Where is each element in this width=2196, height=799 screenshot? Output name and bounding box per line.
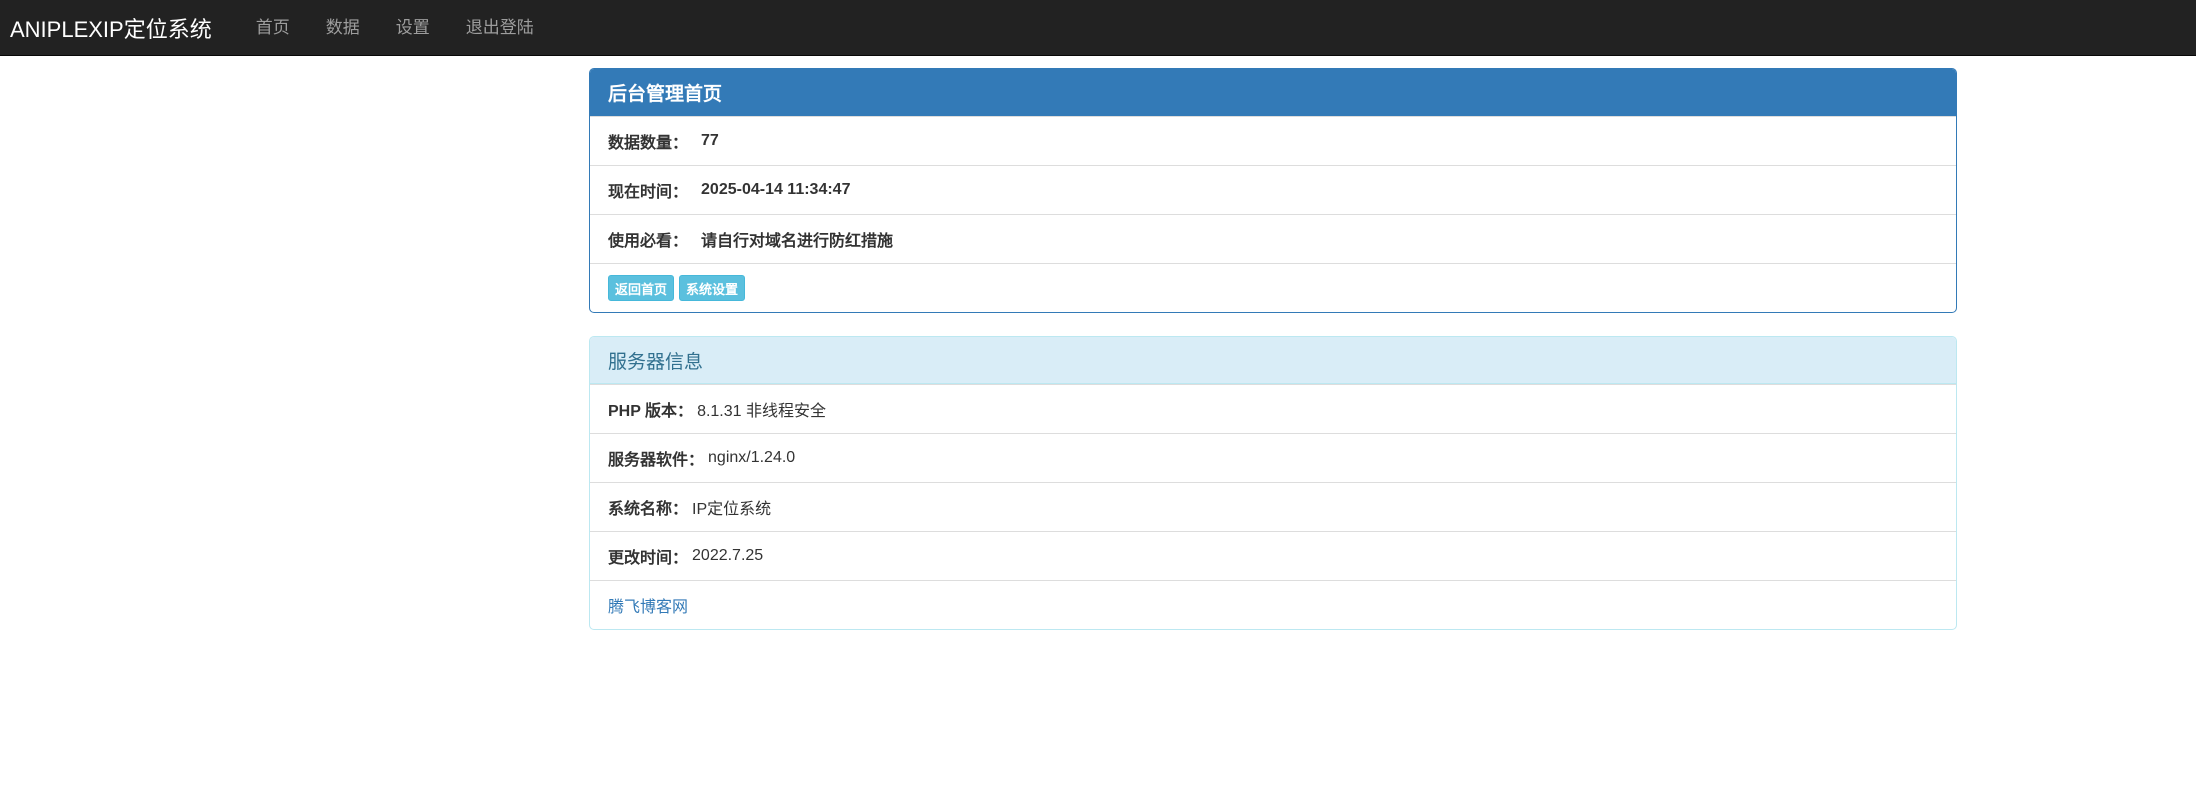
admin-panel: 后台管理首页 数据数量： 77 现在时间： 2025-04-14 11:34:4… [589, 68, 1957, 313]
nav-item-settings[interactable]: 设置 [378, 0, 448, 56]
action-buttons-row: 返回首页 系统设置 [590, 263, 1956, 312]
data-count-label: 数据数量： [608, 135, 689, 152]
usage-notice-value: 请自行对域名进行防红措施 [701, 233, 894, 250]
nav-item-data[interactable]: 数据 [308, 0, 378, 56]
current-time-value: 2025-04-14 11:34:47 [701, 181, 851, 198]
system-settings-button[interactable]: 系统设置 [679, 275, 746, 301]
nav-item-home[interactable]: 首页 [238, 0, 308, 56]
php-version-row: PHP 版本： 8.1.31 非线程安全 [590, 384, 1956, 433]
server-software-row: 服务器软件： nginx/1.24.0 [590, 433, 1956, 482]
blog-link[interactable]: 腾飞博客网 [608, 593, 688, 617]
top-navbar: ANIPLEXIP定位系统 首页 数据 设置 退出登陆 [0, 0, 2196, 56]
data-count-row: 数据数量： 77 [590, 116, 1956, 165]
blog-link-row: 腾飞博客网 [590, 580, 1956, 629]
modified-time-row: 更改时间： 2022.7.25 [590, 531, 1956, 580]
current-time-label: 现在时间： [608, 184, 689, 201]
system-name-value: IP定位系统 [692, 501, 772, 518]
modified-time-value: 2022.7.25 [692, 547, 764, 564]
modified-time-label: 更改时间： [608, 550, 689, 567]
data-count-value: 77 [701, 132, 719, 149]
current-time-row: 现在时间： 2025-04-14 11:34:47 [590, 165, 1956, 214]
back-home-button[interactable]: 返回首页 [608, 275, 675, 301]
php-version-value: 8.1.31 非线程安全 [697, 403, 826, 420]
server-info-title: 服务器信息 [590, 337, 1956, 384]
nav-item-logout[interactable]: 退出登陆 [448, 0, 552, 56]
server-software-label: 服务器软件： [608, 452, 705, 469]
brand-title[interactable]: ANIPLEXIP定位系统 [0, 12, 238, 44]
system-name-row: 系统名称： IP定位系统 [590, 482, 1956, 531]
usage-notice-label: 使用必看： [608, 233, 689, 250]
server-info-panel: 服务器信息 PHP 版本： 8.1.31 非线程安全 服务器软件： nginx/… [589, 336, 1957, 630]
php-version-label: PHP 版本： [608, 403, 694, 420]
admin-panel-title: 后台管理首页 [590, 69, 1956, 116]
system-name-label: 系统名称： [608, 501, 689, 518]
server-software-value: nginx/1.24.0 [708, 449, 796, 466]
usage-notice-row: 使用必看： 请自行对域名进行防红措施 [590, 214, 1956, 263]
